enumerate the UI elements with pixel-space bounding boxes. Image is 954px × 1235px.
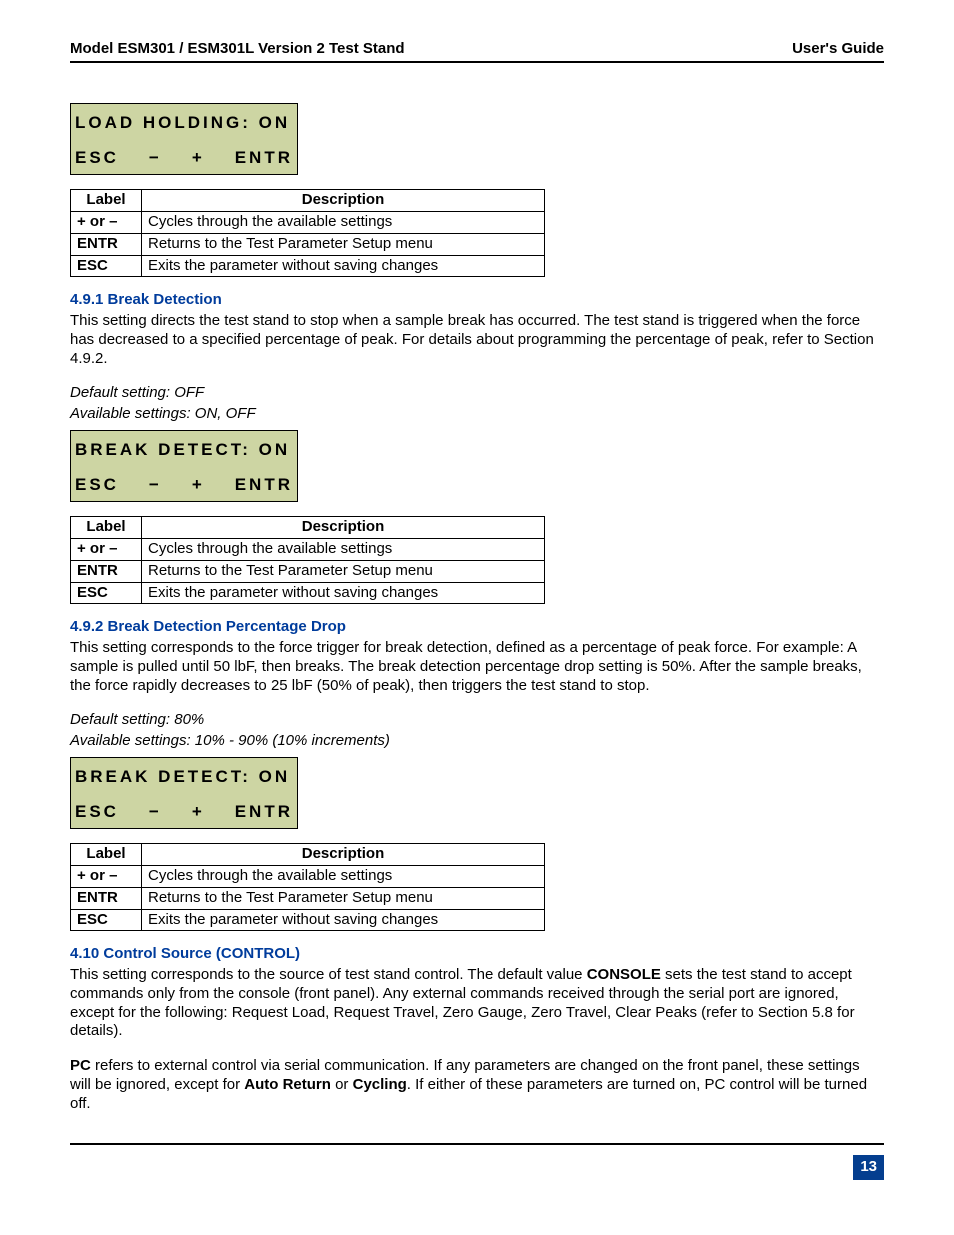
th-desc: Description — [142, 844, 545, 866]
table-header-row: Label Description — [71, 517, 545, 539]
lcd-minus: − — [149, 147, 162, 168]
header-right: User's Guide — [792, 40, 884, 59]
cell-desc: Cycles through the available settings — [142, 212, 545, 234]
lcd-entr: ENTR — [235, 474, 293, 495]
section-491-default: Default setting: OFF — [70, 384, 884, 403]
cell-desc: Returns to the Test Parameter Setup menu — [142, 887, 545, 909]
section-title-492: 4.9.2 Break Detection Percentage Drop — [70, 618, 884, 637]
lcd-line-1: BREAK DETECT: ON — [71, 431, 297, 468]
cell-label: ESC — [71, 909, 142, 931]
lcd-plus: + — [192, 147, 205, 168]
cell-label: ENTR — [71, 887, 142, 909]
table-row: + or – Cycles through the available sett… — [71, 866, 545, 888]
section-title-410: 4.10 Control Source (CONTROL) — [70, 945, 884, 964]
lcd-minus: − — [149, 474, 162, 495]
section-491-available: Available settings: ON, OFF — [70, 405, 884, 424]
cell-label: + or – — [71, 866, 142, 888]
lcd-break-detect-1: BREAK DETECT: ON ESC − + ENTR — [70, 430, 298, 503]
section-491-body: This setting directs the test stand to s… — [70, 312, 884, 368]
lcd-load-holding: LOAD HOLDING: ON ESC − + ENTR — [70, 103, 298, 176]
cell-label: + or – — [71, 539, 142, 561]
section-492-available: Available settings: 10% - 90% (10% incre… — [70, 732, 884, 751]
lcd-line-2: ESC − + ENTR — [71, 468, 297, 501]
table-break-detect-1: Label Description + or – Cycles through … — [70, 516, 545, 604]
lcd-line-1: BREAK DETECT: ON — [71, 758, 297, 795]
lcd-line-2: ESC − + ENTR — [71, 141, 297, 174]
text-bold-cycling: Cycling — [353, 1076, 407, 1093]
text-bold-console: CONSOLE — [587, 966, 661, 983]
page-number: 13 — [853, 1155, 884, 1180]
lcd-line-2: ESC − + ENTR — [71, 795, 297, 828]
th-label: Label — [71, 517, 142, 539]
lcd-entr: ENTR — [235, 147, 293, 168]
cell-desc: Returns to the Test Parameter Setup menu — [142, 560, 545, 582]
table-row: + or – Cycles through the available sett… — [71, 212, 545, 234]
lcd-plus: + — [192, 801, 205, 822]
table-row: + or – Cycles through the available sett… — [71, 539, 545, 561]
table-break-detect-2: Label Description + or – Cycles through … — [70, 843, 545, 931]
table-header-row: Label Description — [71, 190, 545, 212]
cell-label: ESC — [71, 582, 142, 604]
text-bold-pc: PC — [70, 1057, 91, 1074]
table-load-holding: Label Description + or – Cycles through … — [70, 189, 545, 277]
table-header-row: Label Description — [71, 844, 545, 866]
section-title-491: 4.9.1 Break Detection — [70, 291, 884, 310]
cell-desc: Exits the parameter without saving chang… — [142, 255, 545, 277]
cell-label: + or – — [71, 212, 142, 234]
table-row: ENTR Returns to the Test Parameter Setup… — [71, 560, 545, 582]
section-410-p1: This setting corresponds to the source o… — [70, 966, 884, 1041]
section-492-body: This setting corresponds to the force tr… — [70, 639, 884, 695]
table-row: ESC Exits the parameter without saving c… — [71, 582, 545, 604]
th-desc: Description — [142, 517, 545, 539]
table-row: ENTR Returns to the Test Parameter Setup… — [71, 233, 545, 255]
cell-desc: Exits the parameter without saving chang… — [142, 909, 545, 931]
lcd-esc: ESC — [75, 801, 119, 822]
header-left: Model ESM301 / ESM301L Version 2 Test St… — [70, 40, 405, 59]
cell-label: ESC — [71, 255, 142, 277]
cell-desc: Cycles through the available settings — [142, 866, 545, 888]
th-label: Label — [71, 190, 142, 212]
text-span: or — [331, 1076, 353, 1093]
section-410-p2: PC refers to external control via serial… — [70, 1057, 884, 1113]
text-bold-auto-return: Auto Return — [244, 1076, 331, 1093]
footer-rule — [70, 1143, 884, 1145]
table-row: ESC Exits the parameter without saving c… — [71, 909, 545, 931]
page-header: Model ESM301 / ESM301L Version 2 Test St… — [70, 40, 884, 63]
lcd-break-detect-2: BREAK DETECT: ON ESC − + ENTR — [70, 757, 298, 830]
cell-desc: Cycles through the available settings — [142, 539, 545, 561]
cell-desc: Exits the parameter without saving chang… — [142, 582, 545, 604]
cell-label: ENTR — [71, 560, 142, 582]
section-492-default: Default setting: 80% — [70, 711, 884, 730]
th-desc: Description — [142, 190, 545, 212]
cell-desc: Returns to the Test Parameter Setup menu — [142, 233, 545, 255]
table-row: ESC Exits the parameter without saving c… — [71, 255, 545, 277]
lcd-esc: ESC — [75, 147, 119, 168]
lcd-entr: ENTR — [235, 801, 293, 822]
th-label: Label — [71, 844, 142, 866]
lcd-esc: ESC — [75, 474, 119, 495]
cell-label: ENTR — [71, 233, 142, 255]
text-span: This setting corresponds to the source o… — [70, 966, 587, 983]
table-row: ENTR Returns to the Test Parameter Setup… — [71, 887, 545, 909]
lcd-plus: + — [192, 474, 205, 495]
lcd-minus: − — [149, 801, 162, 822]
lcd-line-1: LOAD HOLDING: ON — [71, 104, 297, 141]
